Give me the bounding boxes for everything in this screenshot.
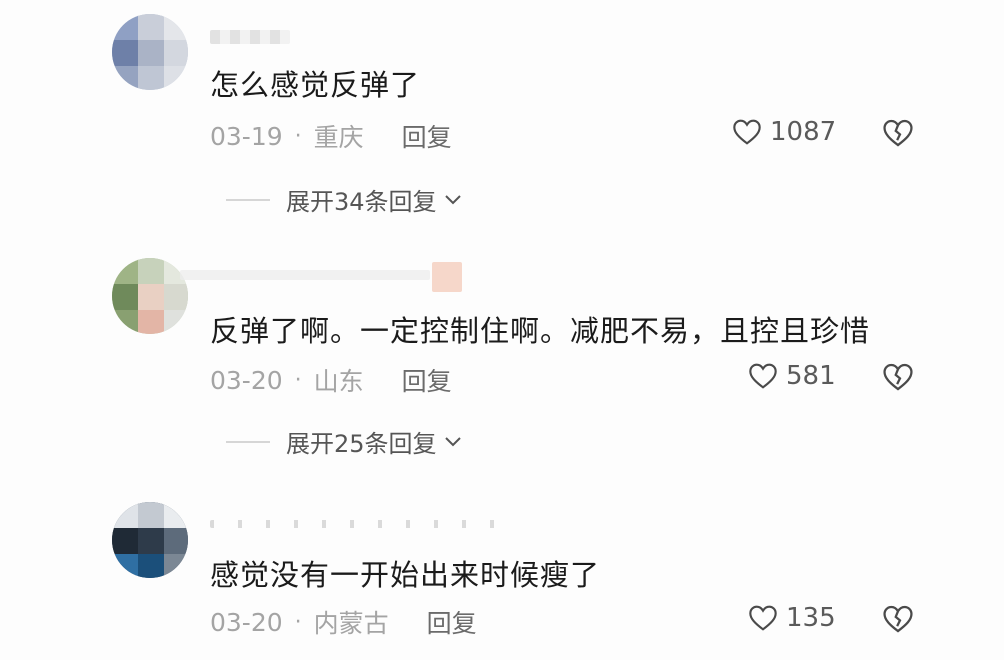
broken-heart-icon (883, 119, 913, 147)
like-count: 1087 (770, 117, 837, 147)
expand-replies-button[interactable]: 展开34条回复 (226, 182, 463, 217)
comment-text: 感觉没有一开始出来时候瘦了 (210, 558, 601, 592)
separator-dot: · (294, 609, 302, 635)
comment-location: 山东 (313, 367, 364, 396)
reply-button[interactable]: 回复 (402, 118, 452, 154)
expand-label: 展开25条回复 (286, 430, 437, 458)
comment-date: 03-20 (210, 607, 283, 637)
username[interactable] (180, 270, 430, 280)
comment-meta: 03-20 · 山东 回复 (210, 362, 452, 398)
like-button[interactable]: 581 (746, 360, 836, 392)
reply-button[interactable]: 回复 (402, 362, 452, 398)
comment-text: 怎么感觉反弹了 (210, 68, 421, 102)
comment-item: 反弹了啊。一定控制住啊。减肥不易，且控且珍惜 03-20 · 山东 回复 581… (0, 230, 1004, 480)
dislike-button[interactable] (880, 116, 916, 154)
dislike-button[interactable] (880, 602, 916, 640)
broken-heart-icon (883, 605, 913, 633)
chevron-down-icon (444, 194, 461, 204)
comment-location: 重庆 (313, 123, 364, 152)
comment-meta: 03-20 · 内蒙古 回复 (210, 604, 477, 640)
expand-replies-button[interactable]: 展开25条回复 (226, 424, 463, 459)
comment-date: 03-19 (210, 121, 283, 151)
username-badge (432, 262, 462, 292)
like-button[interactable]: 135 (746, 602, 836, 634)
avatar[interactable] (112, 502, 188, 578)
like-count: 581 (786, 361, 836, 391)
heart-outline-icon (733, 119, 761, 145)
comment-date: 03-20 (210, 365, 283, 395)
broken-heart-icon (883, 363, 913, 391)
reply-button[interactable]: 回复 (427, 604, 477, 640)
expand-label: 展开34条回复 (286, 188, 437, 216)
chevron-down-icon (444, 436, 461, 446)
comment-item: 怎么感觉反弹了 03-19 · 重庆 回复 1087 展开34条回复 (0, 0, 1004, 230)
dislike-button[interactable] (880, 360, 916, 398)
comment-item: 感觉没有一开始出来时候瘦了 03-20 · 内蒙古 回复 135 (0, 480, 1004, 660)
like-button[interactable]: 1087 (730, 116, 836, 148)
heart-outline-icon (749, 363, 777, 389)
separator-dot: · (294, 367, 302, 393)
heart-outline-icon (749, 605, 777, 631)
divider-line (226, 440, 270, 443)
comment-text: 反弹了啊。一定控制住啊。减肥不易，且控且珍惜 (210, 314, 871, 348)
like-count: 135 (786, 603, 836, 633)
comment-list: 怎么感觉反弹了 03-19 · 重庆 回复 1087 展开34条回复 反弹了啊。… (0, 0, 1004, 660)
comment-location: 内蒙古 (313, 609, 389, 638)
avatar[interactable] (112, 14, 188, 90)
avatar[interactable] (112, 258, 188, 334)
username[interactable] (210, 520, 510, 528)
username[interactable] (210, 30, 290, 44)
separator-dot: · (294, 123, 302, 149)
divider-line (226, 198, 270, 201)
comment-meta: 03-19 · 重庆 回复 (210, 118, 452, 154)
